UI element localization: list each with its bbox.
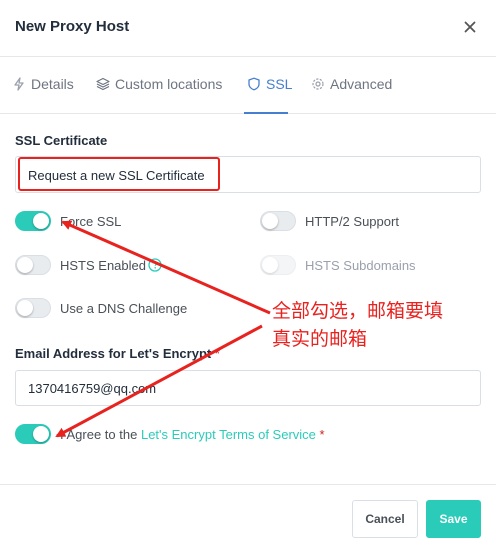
hsts-label: HSTS Enabled	[60, 258, 146, 273]
email-label: Email Address for Let's Encrypt	[15, 346, 212, 361]
force-ssl-toggle[interactable]	[15, 211, 51, 231]
tab-details-label: Details	[31, 76, 74, 92]
ssl-certificate-select[interactable]: Request a new SSL Certificate	[15, 156, 481, 193]
tab-ssl[interactable]: SSL	[247, 76, 292, 92]
tab-custom-locations[interactable]: Custom locations	[96, 76, 222, 92]
tab-advanced-label: Advanced	[330, 76, 393, 92]
hsts-subdomains-label: HSTS Subdomains	[305, 258, 416, 273]
annotation-line-2: 真实的邮箱	[272, 328, 368, 350]
agree-prefix: I Agree to the	[60, 427, 138, 442]
annotation-line-1: 全部勾选，邮箱要填	[272, 300, 444, 322]
required-mark: *	[214, 346, 220, 361]
dns-challenge-label: Use a DNS Challenge	[60, 301, 188, 316]
tab-bar: Details Custom locations SSL Advanced	[0, 57, 496, 114]
modal-title: New Proxy Host	[15, 18, 130, 35]
layers-icon	[96, 77, 110, 91]
gear-icon	[312, 78, 324, 90]
http2-label: HTTP/2 Support	[305, 214, 399, 229]
close-icon[interactable]	[460, 17, 480, 37]
http2-toggle[interactable]	[260, 211, 296, 231]
terms-of-service-link[interactable]: Let's Encrypt Terms of Service	[141, 427, 316, 442]
hsts-subdomains-toggle[interactable]	[260, 255, 296, 275]
tab-custom-locations-label: Custom locations	[115, 76, 223, 92]
email-label-row: Email Address for Let's Encrypt *	[15, 346, 220, 361]
hsts-toggle[interactable]	[15, 255, 51, 275]
agree-text: I Agree to the Let's Encrypt Terms of Se…	[60, 427, 325, 442]
save-button[interactable]: Save	[426, 500, 481, 538]
modal-header: New Proxy Host	[0, 0, 496, 57]
lightning-icon	[14, 77, 24, 91]
agree-toggle[interactable]	[15, 424, 51, 444]
active-tab-indicator	[244, 112, 288, 114]
agree-required-mark: *	[319, 427, 325, 442]
dns-challenge-toggle[interactable]	[15, 298, 51, 318]
footer-divider	[0, 484, 496, 485]
hsts-label-row: HSTS Enabled	[60, 258, 162, 275]
ssl-certificate-value: Request a new SSL Certificate	[28, 168, 205, 183]
shield-icon	[248, 77, 260, 91]
tab-advanced[interactable]: Advanced	[311, 76, 392, 92]
email-input[interactable]	[15, 370, 481, 406]
cancel-button[interactable]: Cancel	[352, 500, 418, 538]
annotation-text: 全部勾选，邮箱要填 真实的邮箱	[272, 297, 443, 353]
help-icon[interactable]	[148, 258, 162, 275]
force-ssl-label: Force SSL	[60, 214, 122, 229]
tab-ssl-label: SSL	[266, 76, 293, 92]
ssl-certificate-label: SSL Certificate	[15, 133, 108, 148]
tab-details[interactable]: Details	[12, 76, 74, 92]
